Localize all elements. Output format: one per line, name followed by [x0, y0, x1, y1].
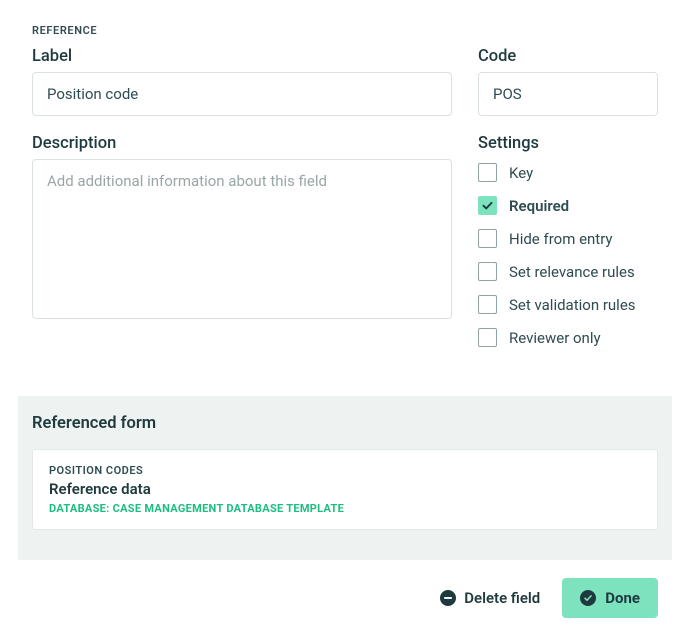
setting-relevance-rules[interactable]: Set relevance rules — [478, 262, 658, 281]
delete-field-label: Delete field — [464, 589, 540, 607]
checkbox-icon — [478, 328, 497, 347]
settings-wrap: Settings Key Required — [478, 134, 658, 347]
row-desc-settings: Description Settings Key — [32, 134, 658, 347]
settings-checklist: Key Required Hide from e — [478, 163, 658, 347]
minus-circle-icon — [440, 590, 456, 606]
code-field-wrap: Code — [478, 47, 658, 116]
settings-caption: Settings — [478, 134, 658, 153]
checkbox-icon — [478, 229, 497, 248]
panel-inner: REFERENCE Label Code Description Setting… — [18, 6, 672, 640]
referenced-form-heading: Referenced form — [32, 414, 658, 433]
setting-label: Key — [509, 164, 533, 182]
done-button[interactable]: Done — [562, 578, 658, 618]
field-type-label: REFERENCE — [32, 24, 658, 37]
label-field-wrap: Label — [32, 47, 452, 116]
label-caption: Label — [32, 47, 452, 66]
description-textarea[interactable] — [32, 159, 452, 319]
label-input[interactable] — [32, 72, 452, 116]
referenced-form-name: POSITION CODES — [49, 464, 641, 477]
referenced-form-section: Referenced form POSITION CODES Reference… — [18, 396, 672, 560]
setting-label: Set validation rules — [509, 296, 636, 314]
setting-label: Hide from entry — [509, 230, 613, 248]
description-caption: Description — [32, 134, 452, 153]
panel-top-section: REFERENCE Label Code Description Setting… — [18, 6, 672, 396]
setting-label: Required — [509, 197, 569, 215]
checkbox-icon — [478, 295, 497, 314]
checkbox-icon — [478, 163, 497, 182]
setting-label: Reviewer only — [509, 329, 601, 347]
done-label: Done — [605, 589, 640, 607]
setting-key[interactable]: Key — [478, 163, 658, 182]
setting-hide-from-entry[interactable]: Hide from entry — [478, 229, 658, 248]
field-editor-panel: REFERENCE Label Code Description Setting… — [0, 0, 688, 640]
setting-label: Set relevance rules — [509, 263, 635, 281]
panel-footer: Delete field Done — [18, 560, 672, 638]
delete-field-button[interactable]: Delete field — [440, 589, 540, 607]
setting-reviewer-only[interactable]: Reviewer only — [478, 328, 658, 347]
referenced-form-card[interactable]: POSITION CODES Reference data DATABASE: … — [32, 449, 658, 530]
setting-required[interactable]: Required — [478, 196, 658, 215]
check-circle-icon — [580, 590, 596, 606]
description-field-wrap: Description — [32, 134, 452, 347]
checkbox-icon — [478, 196, 497, 215]
code-input[interactable] — [478, 72, 658, 116]
row-label-code: Label Code — [32, 47, 658, 116]
checkbox-icon — [478, 262, 497, 281]
setting-validation-rules[interactable]: Set validation rules — [478, 295, 658, 314]
referenced-form-type: Reference data — [49, 480, 641, 498]
code-caption: Code — [478, 47, 658, 66]
referenced-form-database: DATABASE: CASE MANAGEMENT DATABASE TEMPL… — [49, 502, 641, 515]
